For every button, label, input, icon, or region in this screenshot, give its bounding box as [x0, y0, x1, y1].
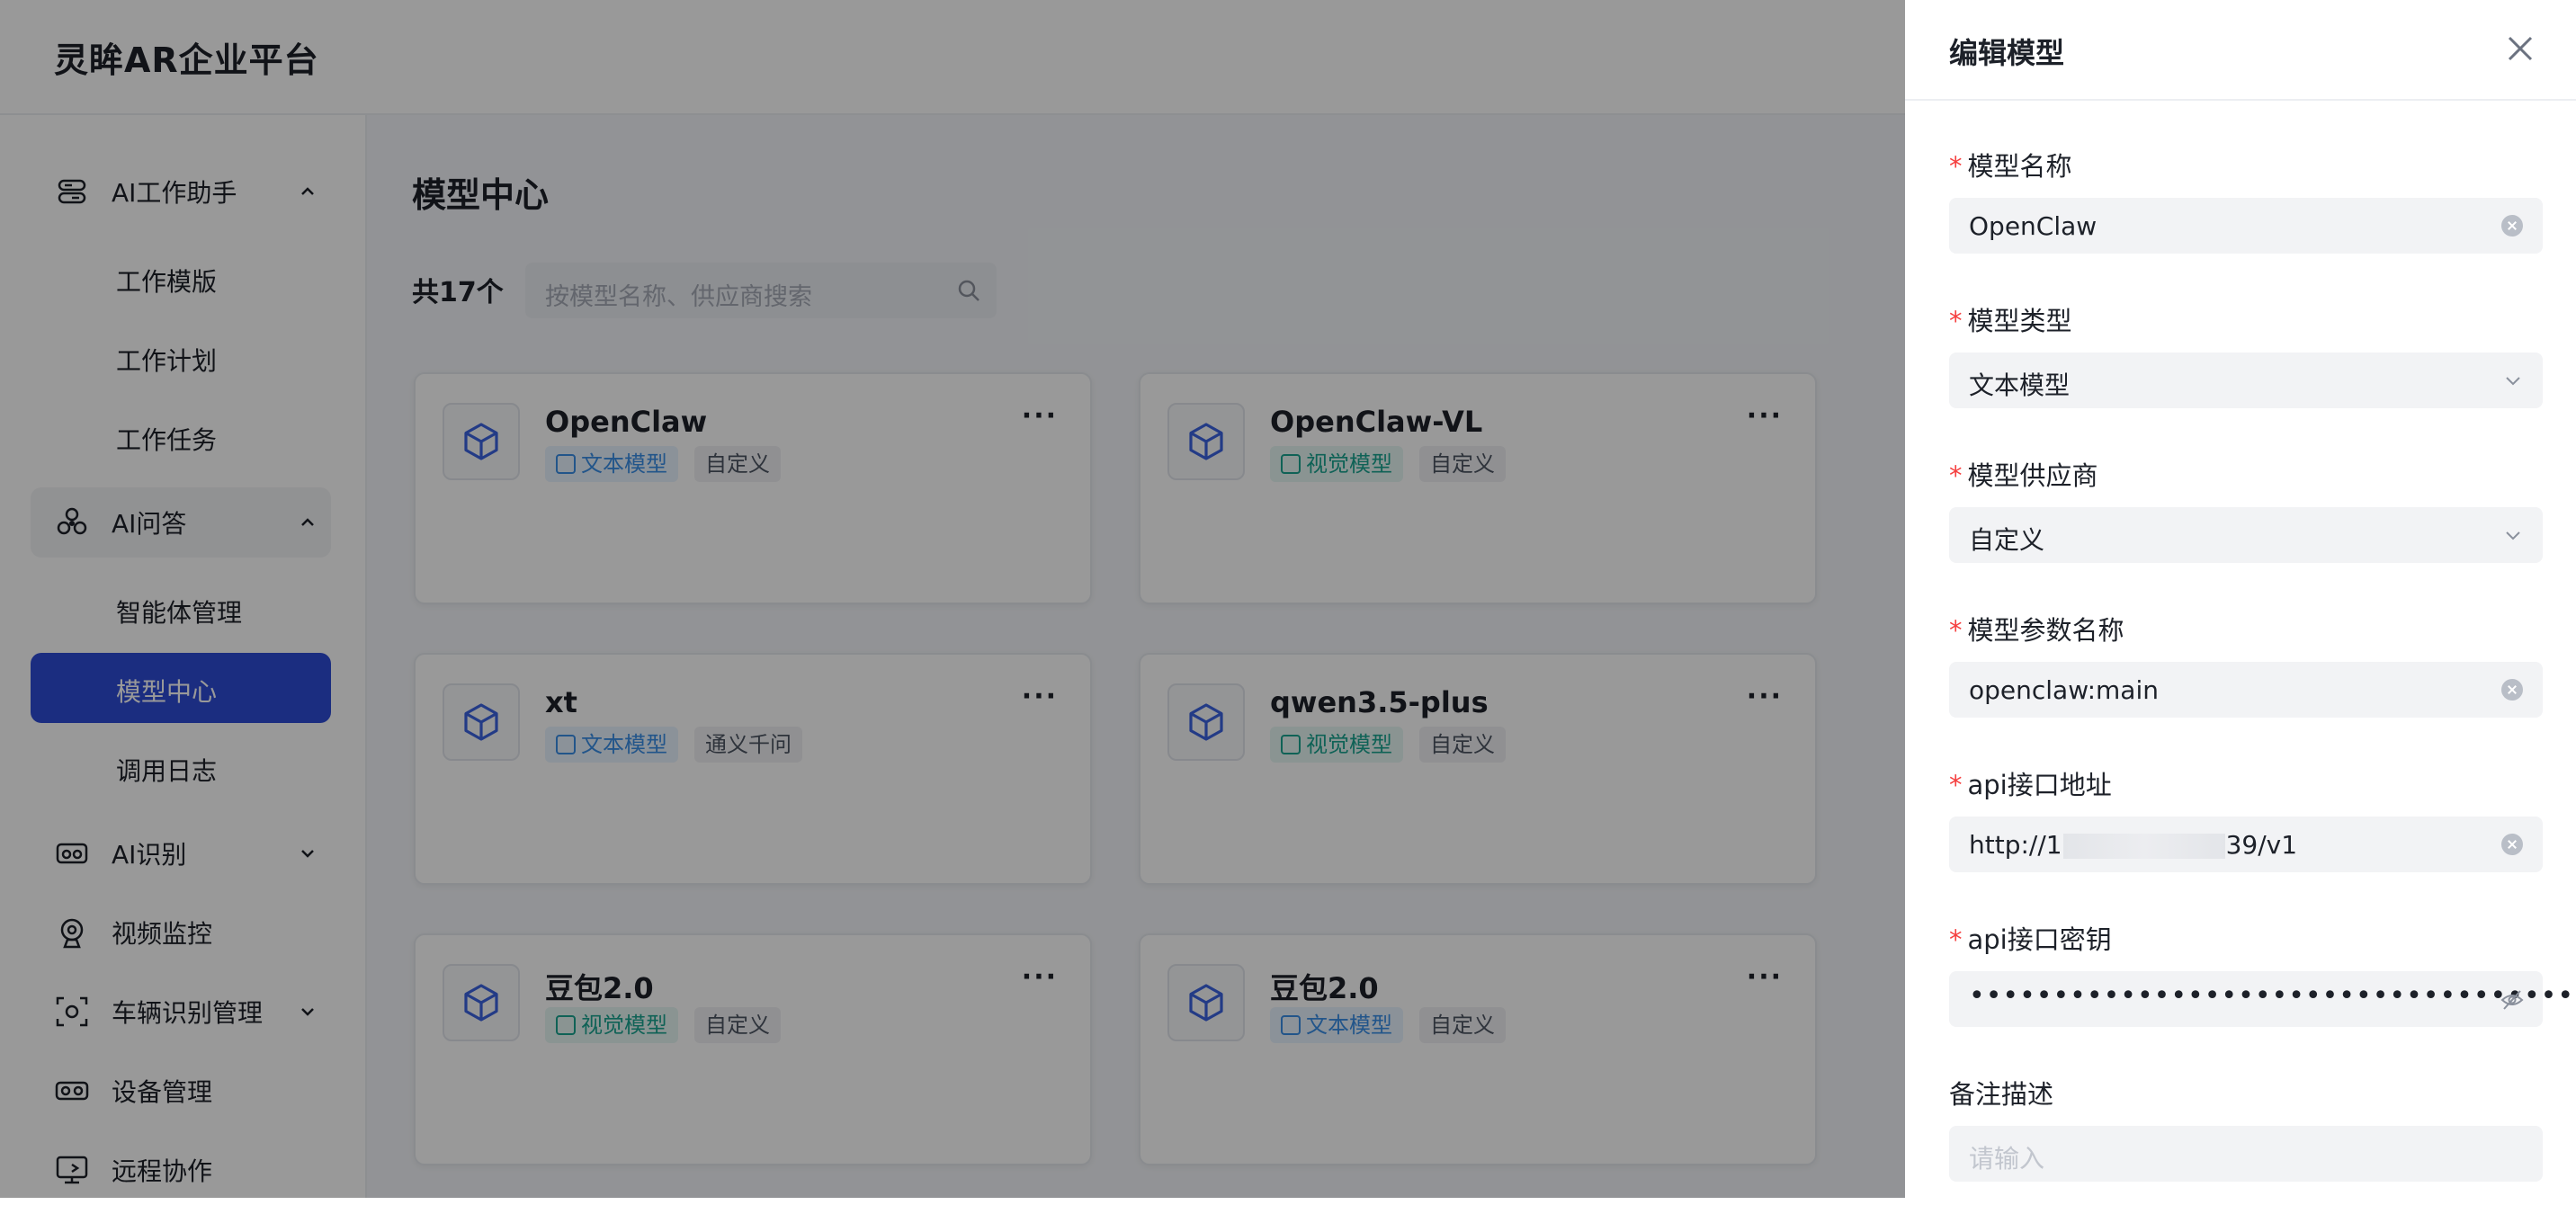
- model-vendor-select[interactable]: 自定义: [1949, 507, 2543, 563]
- api-url-label: * api接口地址: [1949, 770, 2112, 800]
- eye-hidden-icon[interactable]: [2500, 987, 2525, 1013]
- close-icon[interactable]: [2499, 27, 2542, 70]
- drawer-header: 编辑模型: [1905, 0, 2576, 101]
- required-mark: *: [1949, 151, 1963, 182]
- chevron-down-icon: [2506, 531, 2520, 540]
- model-name-label: * 模型名称: [1949, 151, 2072, 182]
- model-param-label: * 模型参数名称: [1949, 615, 2124, 646]
- required-mark: *: [1949, 615, 1963, 646]
- required-mark: *: [1949, 770, 1963, 800]
- required-mark: *: [1949, 460, 1963, 491]
- api-url-input[interactable]: http://1 39/v1: [1949, 817, 2543, 872]
- clear-icon[interactable]: [2501, 679, 2523, 701]
- drawer-title: 编辑模型: [1949, 36, 2065, 70]
- clear-icon[interactable]: [2501, 215, 2523, 237]
- masked-value: ••••••••••••••••••••••••••••••••••••••••…: [1969, 980, 2576, 1012]
- edit-model-drawer: 编辑模型 * 模型名称 OpenClaw * 模型类型 文本模型 * 模型供应商 自定…: [1905, 0, 2576, 1198]
- model-vendor-label: * 模型供应商: [1949, 460, 2098, 491]
- api-key-label: * api接口密钥: [1949, 924, 2112, 955]
- textarea-placeholder: 请输入: [1969, 1144, 2045, 1174]
- model-type-label: * 模型类型: [1949, 306, 2072, 336]
- model-param-input[interactable]: openclaw:main: [1949, 662, 2543, 718]
- clear-icon[interactable]: [2501, 834, 2523, 855]
- model-type-select[interactable]: 文本模型: [1949, 353, 2543, 408]
- input-value: http://1 39/v1: [1969, 830, 2298, 860]
- api-key-input[interactable]: ••••••••••••••••••••••••••••••••••••••••…: [1949, 971, 2576, 1027]
- input-value: openclaw:main: [1969, 675, 2159, 705]
- select-value: 文本模型: [1969, 370, 2071, 400]
- chevron-down-icon: [2506, 377, 2520, 386]
- remark-textarea[interactable]: 请输入: [1949, 1126, 2543, 1182]
- model-name-input[interactable]: OpenClaw: [1949, 198, 2543, 254]
- select-value: 自定义: [1969, 525, 2045, 555]
- required-mark: *: [1949, 924, 1963, 955]
- redacted-block: [2062, 834, 2225, 859]
- required-mark: *: [1949, 306, 1963, 336]
- remark-label: 备注描述: [1949, 1079, 2054, 1110]
- input-value: OpenClaw: [1969, 211, 2097, 241]
